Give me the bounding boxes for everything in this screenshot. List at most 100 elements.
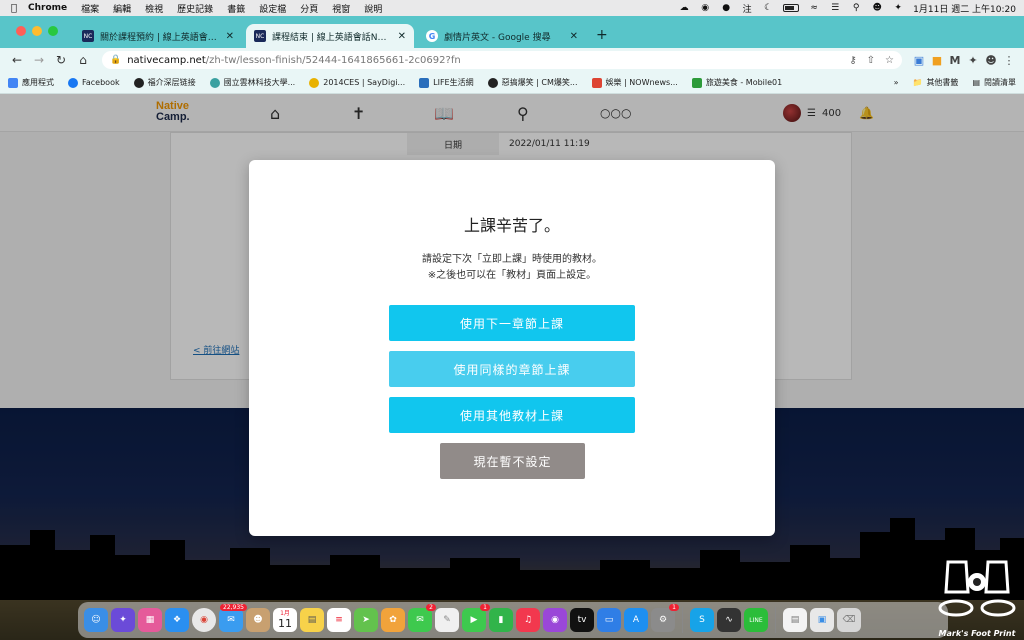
bookmark-nownews[interactable]: 娛樂 | NOWnews... <box>591 77 678 88</box>
lock-icon[interactable]: 🔒 <box>110 55 121 65</box>
menu-edit[interactable]: 編輯 <box>113 2 131 15</box>
reload-icon[interactable]: ↻ <box>50 53 72 67</box>
messages-icon[interactable]: ✉ 2 <box>408 604 436 632</box>
keynote-icon[interactable]: ▭ <box>597 608 621 632</box>
forward-arrow-icon[interactable]: → <box>28 53 50 67</box>
bookmarks-bar: 應用程式 Facebook 福介深层链接 國立雲林科技大學... 2014CES… <box>0 72 1024 94</box>
wifi-icon[interactable]: ≈ <box>808 3 820 13</box>
puzzle-icon[interactable]: ✦ <box>964 54 982 67</box>
privacy-icon[interactable]: ◉ <box>699 3 711 13</box>
battery-icon[interactable] <box>783 4 800 12</box>
address-bar[interactable]: 🔒 nativecamp.net /zh-tw/lesson-finish/52… <box>102 51 902 69</box>
other-bookmarks[interactable]: 📁 其他書籤 <box>912 77 958 88</box>
close-window-button[interactable] <box>16 26 26 36</box>
bookmark-label: 國立雲林科技大學... <box>223 78 296 87</box>
reminders-icon[interactable]: ≡ <box>327 608 351 632</box>
menu-app-name[interactable]: Chrome <box>28 3 67 13</box>
reading-list[interactable]: ▤ 閱讀清單 <box>972 77 1016 88</box>
bookmark-life[interactable]: LIFE生活網 <box>419 77 474 88</box>
menu-file[interactable]: 檔案 <box>81 2 99 15</box>
bookmark-saydigi[interactable]: 2014CES | SayDigi... <box>309 77 405 88</box>
menu-tabs[interactable]: 分頁 <box>300 2 318 15</box>
user-switch-icon[interactable]: ☻ <box>871 3 883 13</box>
close-tab-icon[interactable]: ✕ <box>398 31 406 42</box>
close-tab-icon[interactable]: ✕ <box>226 31 234 42</box>
key-icon[interactable]: ⚷ <box>849 55 856 66</box>
launchpad-icon[interactable]: ▦ <box>138 608 162 632</box>
notes-icon[interactable]: ▤ <box>300 608 324 632</box>
system-preferences-icon[interactable]: ⚙ 1 <box>651 604 679 632</box>
bookmark-apps[interactable]: 應用程式 <box>8 77 54 88</box>
skip-setting-button[interactable]: 現在暫不設定 <box>440 443 585 479</box>
input-method-icon[interactable]: 注 <box>741 3 753 15</box>
calendar-icon[interactable]: 1月 11 <box>273 608 297 632</box>
line-status-icon[interactable]: ● <box>720 3 732 13</box>
freeform-icon[interactable]: ✎ <box>435 608 459 632</box>
zoom-window-button[interactable] <box>48 26 58 36</box>
profile-avatar-icon[interactable]: ☻ <box>982 54 1000 67</box>
minimize-window-button[interactable] <box>32 26 42 36</box>
more-bookmarks-button[interactable]: » <box>894 78 899 87</box>
menu-bookmarks[interactable]: 書籤 <box>227 2 245 15</box>
moon-icon[interactable]: ☾ <box>762 3 774 13</box>
app-store-icon[interactable]: A <box>624 608 648 632</box>
close-tab-icon[interactable]: ✕ <box>570 31 578 42</box>
chrome-icon[interactable]: ◉ <box>192 608 216 632</box>
facetime-badge: 1 <box>480 604 490 611</box>
bookmark-yuntech[interactable]: 國立雲林科技大學... <box>209 77 296 88</box>
podcasts-icon[interactable]: ◉ <box>543 608 567 632</box>
star-icon[interactable]: ☆ <box>885 55 894 66</box>
mail-icon[interactable]: ✉ 22,935 <box>219 604 247 632</box>
bookmark-cm[interactable]: 惡搞爆笑 | CM爆笑... <box>487 77 578 88</box>
menu-help[interactable]: 說明 <box>364 2 382 15</box>
menubar-clock[interactable]: 1月11日 週二 上午10:20 <box>913 2 1016 15</box>
menu-profiles[interactable]: 設定檔 <box>259 2 286 15</box>
new-tab-button[interactable]: + <box>596 27 608 43</box>
menu-window[interactable]: 視窗 <box>332 2 350 15</box>
apple-icon[interactable]:  <box>0 3 28 14</box>
document-icon[interactable]: ▤ <box>783 608 807 632</box>
numbers-icon[interactable]: ▮ <box>489 608 513 632</box>
line-icon[interactable]: LINE <box>744 608 768 632</box>
use-same-chapter-button[interactable]: 使用同樣的章節上課 <box>389 351 635 387</box>
tab-lesson-finish[interactable]: NC 課程結束 | 線上英語會話NativeC ✕ <box>246 24 414 48</box>
use-next-chapter-button[interactable]: 使用下一章節上課 <box>389 305 635 341</box>
bookmark-label: 福介深层链接 <box>147 78 196 87</box>
finder-icon[interactable]: ☺ <box>84 608 108 632</box>
control-center-icon[interactable]: ☰ <box>829 3 841 13</box>
mail-badge: 22,935 <box>220 604 247 611</box>
share-icon[interactable]: ⇧ <box>867 55 875 66</box>
tab-reservation[interactable]: NC 關於課程預約 | 線上英語會話Native ✕ <box>74 24 242 48</box>
activity-monitor-icon[interactable]: ∿ <box>717 608 741 632</box>
kebab-menu-icon[interactable]: ⋮ <box>1000 54 1018 67</box>
screenshot-icon[interactable]: ▣ <box>810 608 834 632</box>
tab-strip: NC 關於課程預約 | 線上英語會話Native ✕ NC 課程結束 | 線上英… <box>0 16 1024 48</box>
skype-icon[interactable]: S <box>690 608 714 632</box>
messages-badge: 2 <box>426 604 436 611</box>
tab-google-search[interactable]: G 劇情片英文 - Google 搜尋 ✕ <box>418 24 586 48</box>
home-icon[interactable]: ⌂ <box>72 53 94 67</box>
bookmark-deeplink[interactable]: 福介深层链接 <box>133 77 196 88</box>
maps-icon[interactable]: ➤ <box>354 608 378 632</box>
facetime-icon[interactable]: ▶ 1 <box>462 604 490 632</box>
trash-icon[interactable]: ⌫ <box>837 608 861 632</box>
back-arrow-icon[interactable]: ← <box>6 53 28 67</box>
contacts-icon[interactable]: ☻ <box>246 608 270 632</box>
apple-tv-icon[interactable]: tv <box>570 608 594 632</box>
safari-icon[interactable]: ❖ <box>165 608 189 632</box>
search-icon[interactable]: ⚲ <box>850 3 862 13</box>
bookmark-mobile01[interactable]: 旅遊美食 - Mobile01 <box>691 77 782 88</box>
music-icon[interactable]: ♫ <box>516 608 540 632</box>
tab-title: 關於課程預約 | 線上英語會話Native <box>100 32 220 43</box>
siri-icon[interactable]: ✦ <box>892 3 904 13</box>
use-other-material-button[interactable]: 使用其他教材上課 <box>389 397 635 433</box>
extension-m-icon[interactable]: M <box>946 54 964 67</box>
extension-blue-icon[interactable]: ▣ <box>910 54 928 67</box>
cloud-icon[interactable]: ☁ <box>678 3 690 13</box>
bookmark-facebook[interactable]: Facebook <box>68 77 120 88</box>
siri-icon[interactable]: ✦ <box>111 608 135 632</box>
menu-history[interactable]: 歷史記錄 <box>177 2 213 15</box>
extension-orange-icon[interactable]: ■ <box>928 54 946 67</box>
photos-icon[interactable]: ✿ <box>381 608 405 632</box>
menu-view[interactable]: 檢視 <box>145 2 163 15</box>
